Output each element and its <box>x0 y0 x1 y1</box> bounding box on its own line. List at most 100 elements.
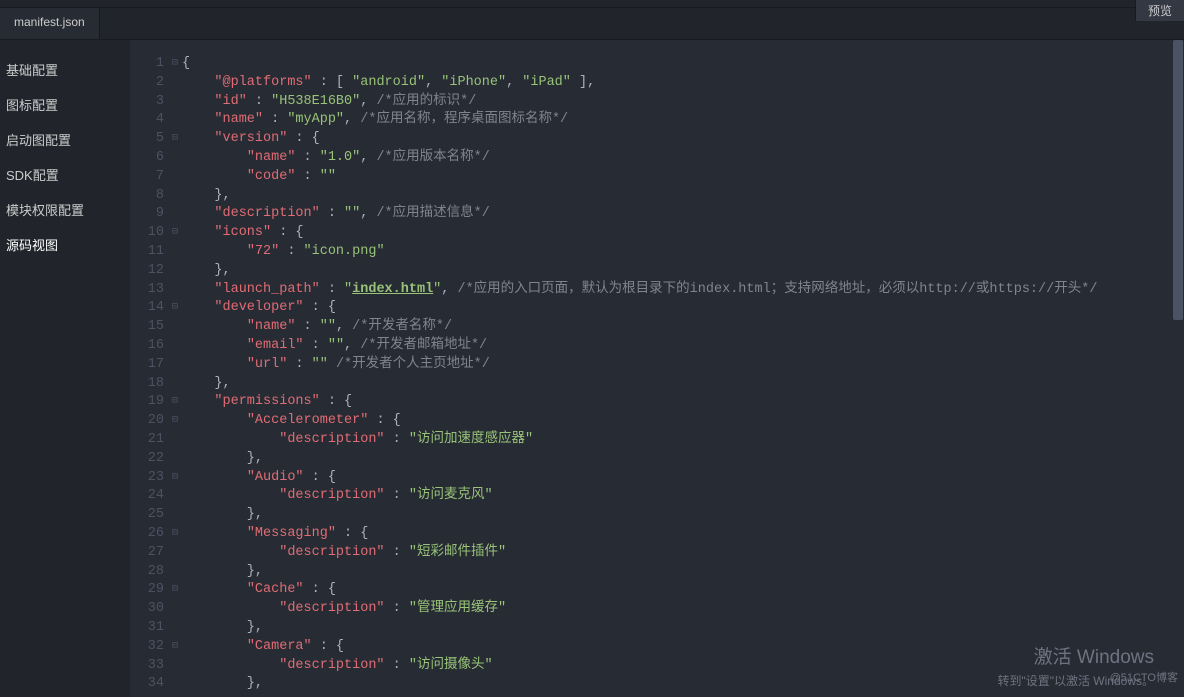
fold-icon <box>168 168 182 187</box>
code-line[interactable]: "name" : "1.0", /*应用版本名称*/ <box>182 149 1184 168</box>
fold-icon <box>168 487 182 506</box>
code-line[interactable]: "description" : "访问加速度感应器" <box>182 431 1184 450</box>
linenum: 31 <box>130 619 168 638</box>
watermark-windows: 激活 Windows <box>1034 642 1154 669</box>
linenum: 3 <box>130 93 168 112</box>
fold-icon[interactable]: ⊟ <box>168 638 182 657</box>
linenum: 20 <box>130 412 168 431</box>
code-line[interactable]: "Messaging" : { <box>182 525 1184 544</box>
sidebar: 基础配置 图标配置 启动图配置 SDK配置 模块权限配置 源码视图 <box>0 40 130 697</box>
code-line[interactable]: "name" : "myApp", /*应用名称，程序桌面图标名称*/ <box>182 111 1184 130</box>
sidebar-item-basic[interactable]: 基础配置 <box>0 52 130 87</box>
code-line[interactable]: "name" : "", /*开发者名称*/ <box>182 318 1184 337</box>
linenum: 5 <box>130 130 168 149</box>
scrollbar-thumb[interactable] <box>1173 40 1183 320</box>
linenum: 30 <box>130 600 168 619</box>
code-line[interactable]: "description" : "管理应用缓存" <box>182 600 1184 619</box>
code-line[interactable]: "launch_path" : "index.html", /*应用的入口页面，… <box>182 281 1184 300</box>
linenum: 1 <box>130 55 168 74</box>
code-line[interactable]: "@platforms" : [ "android", "iPhone", "i… <box>182 74 1184 93</box>
code-line[interactable]: "id" : "H538E16B0", /*应用的标识*/ <box>182 93 1184 112</box>
code-line[interactable]: }, <box>182 187 1184 206</box>
preview-button[interactable]: 预览 <box>1135 0 1184 21</box>
fold-icon <box>168 243 182 262</box>
fold-icon[interactable]: ⊟ <box>168 581 182 600</box>
code-line[interactable]: "Cache" : { <box>182 581 1184 600</box>
sidebar-item-sdk[interactable]: SDK配置 <box>0 157 130 192</box>
code-line[interactable]: }, <box>182 375 1184 394</box>
fold-icon <box>168 187 182 206</box>
code-line[interactable]: "code" : "" <box>182 168 1184 187</box>
linenum: 28 <box>130 563 168 582</box>
code-line[interactable]: }, <box>182 450 1184 469</box>
linenum: 24 <box>130 487 168 506</box>
code-line[interactable]: "72" : "icon.png" <box>182 243 1184 262</box>
fold-icon <box>168 619 182 638</box>
code-line[interactable]: "description" : "访问麦克风" <box>182 487 1184 506</box>
fold-icon <box>168 281 182 300</box>
fold-icon[interactable]: ⊟ <box>168 55 182 74</box>
fold-icon <box>168 544 182 563</box>
linenum: 12 <box>130 262 168 281</box>
fold-icon[interactable]: ⊟ <box>168 525 182 544</box>
fold-icon <box>168 111 182 130</box>
code-line[interactable]: }, <box>182 563 1184 582</box>
fold-icon <box>168 205 182 224</box>
code-editor[interactable]: 1234567891011121314151617181920212223242… <box>130 40 1184 697</box>
gutter: 1234567891011121314151617181920212223242… <box>130 40 168 697</box>
code-line[interactable]: "description" : "短彩邮件插件" <box>182 544 1184 563</box>
fold-icon <box>168 431 182 450</box>
fold-icon[interactable]: ⊟ <box>168 299 182 318</box>
fold-icon <box>168 450 182 469</box>
fold-icon <box>168 149 182 168</box>
code-line[interactable]: "Audio" : { <box>182 469 1184 488</box>
code-line[interactable]: { <box>182 55 1184 74</box>
sidebar-item-source[interactable]: 源码视图 <box>0 227 130 262</box>
code-area[interactable]: { "@platforms" : [ "android", "iPhone", … <box>182 40 1184 697</box>
code-line[interactable]: "icons" : { <box>182 224 1184 243</box>
code-line[interactable]: }, <box>182 262 1184 281</box>
fold-icon[interactable]: ⊟ <box>168 412 182 431</box>
fold-icon <box>168 262 182 281</box>
linenum: 23 <box>130 469 168 488</box>
linenum: 8 <box>130 187 168 206</box>
code-line[interactable]: "permissions" : { <box>182 393 1184 412</box>
code-line[interactable]: "email" : "", /*开发者邮箱地址*/ <box>182 337 1184 356</box>
linenum: 32 <box>130 638 168 657</box>
linenum: 11 <box>130 243 168 262</box>
fold-icon <box>168 657 182 676</box>
fold-icon <box>168 93 182 112</box>
linenum: 25 <box>130 506 168 525</box>
scrollbar-vertical[interactable] <box>1172 40 1184 697</box>
fold-icon[interactable]: ⊟ <box>168 393 182 412</box>
linenum: 33 <box>130 657 168 676</box>
code-line[interactable]: }, <box>182 506 1184 525</box>
fold-icon <box>168 337 182 356</box>
linenum: 27 <box>130 544 168 563</box>
linenum: 10 <box>130 224 168 243</box>
file-tab[interactable]: manifest.json <box>0 8 100 39</box>
fold-icon <box>168 563 182 582</box>
linenum: 13 <box>130 281 168 300</box>
fold-icon[interactable]: ⊟ <box>168 469 182 488</box>
code-line[interactable]: "developer" : { <box>182 299 1184 318</box>
fold-icon <box>168 375 182 394</box>
fold-icon[interactable]: ⊟ <box>168 130 182 149</box>
linenum: 26 <box>130 525 168 544</box>
linenum: 18 <box>130 375 168 394</box>
code-line[interactable]: "description" : "", /*应用描述信息*/ <box>182 205 1184 224</box>
code-line[interactable]: "version" : { <box>182 130 1184 149</box>
fold-icon <box>168 318 182 337</box>
fold-icon <box>168 600 182 619</box>
sidebar-item-icon[interactable]: 图标配置 <box>0 87 130 122</box>
linenum: 4 <box>130 111 168 130</box>
linenum: 2 <box>130 74 168 93</box>
code-line[interactable]: "Accelerometer" : { <box>182 412 1184 431</box>
code-line[interactable]: "url" : "" /*开发者个人主页地址*/ <box>182 356 1184 375</box>
sidebar-item-permission[interactable]: 模块权限配置 <box>0 192 130 227</box>
code-line[interactable]: }, <box>182 619 1184 638</box>
sidebar-item-launch[interactable]: 启动图配置 <box>0 122 130 157</box>
linenum: 7 <box>130 168 168 187</box>
fold-column[interactable]: ⊟⊟⊟⊟⊟⊟⊟⊟⊟⊟ <box>168 40 182 697</box>
fold-icon[interactable]: ⊟ <box>168 224 182 243</box>
